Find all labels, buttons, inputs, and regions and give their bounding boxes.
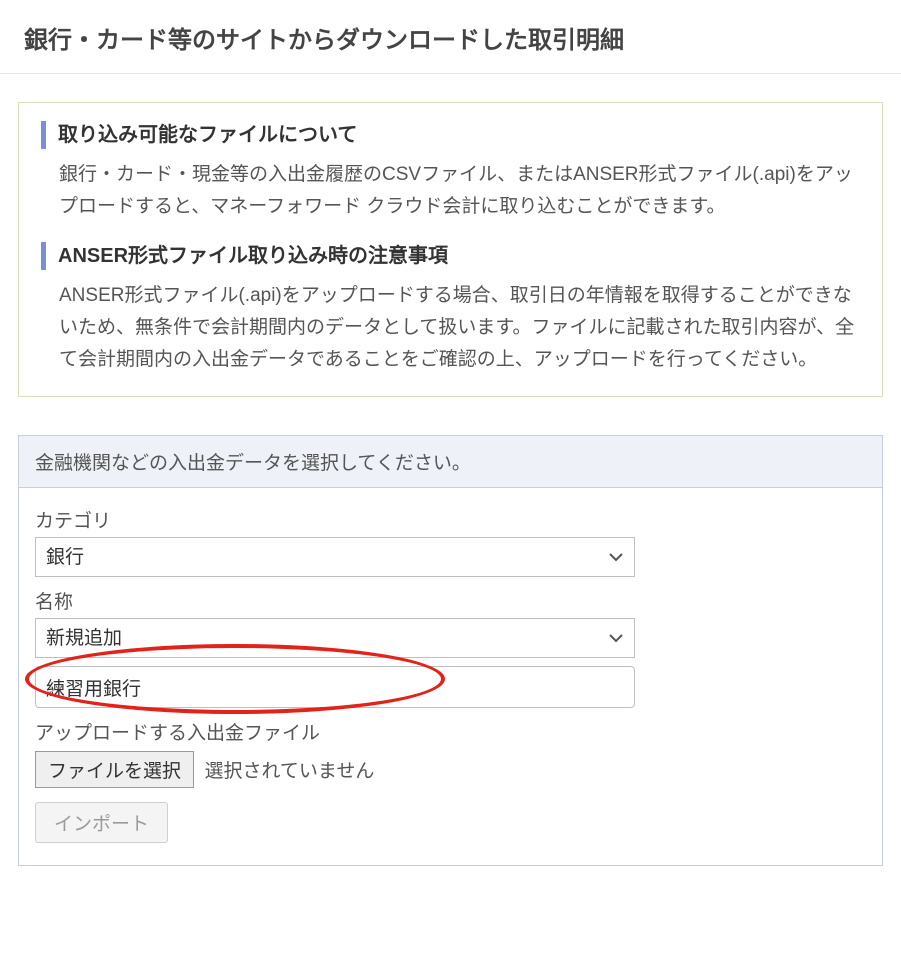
form-panel: 金融機関などの入出金データを選択してください。 カテゴリ 銀行 名称 新規追加 … [18, 435, 883, 866]
name-label: 名称 [35, 587, 866, 614]
page-title: 銀行・カード等のサイトからダウンロードした取引明細 [0, 0, 901, 74]
info-heading-importable-files: 取り込み可能なファイルについて [41, 121, 860, 149]
category-select-wrap: 銀行 [35, 537, 635, 577]
form-body: カテゴリ 銀行 名称 新規追加 アップロードする入出金ファイル ファイルを選択 [19, 488, 882, 865]
category-label: カテゴリ [35, 506, 866, 533]
file-select-button[interactable]: ファイルを選択 [35, 751, 194, 788]
import-button[interactable]: インポート [35, 802, 168, 843]
info-heading-anser-notes: ANSER形式ファイル取り込み時の注意事項 [41, 242, 860, 270]
upload-label: アップロードする入出金ファイル [35, 718, 866, 745]
info-body-importable-files: 銀行・カード・現金等の入出金履歴のCSVファイル、またはANSER形式ファイル(… [41, 159, 860, 224]
name-select[interactable]: 新規追加 [35, 618, 635, 658]
name-input[interactable] [35, 666, 635, 708]
name-select-wrap: 新規追加 [35, 618, 635, 658]
info-body-anser-notes: ANSER形式ファイル(.api)をアップロードする場合、取引日の年情報を取得す… [41, 280, 860, 377]
info-panel: 取り込み可能なファイルについて 銀行・カード・現金等の入出金履歴のCSVファイル… [18, 102, 883, 397]
name-input-wrap [35, 658, 635, 708]
file-status-text: 選択されていません [204, 756, 374, 783]
upload-row: ファイルを選択 選択されていません [35, 751, 866, 788]
category-select[interactable]: 銀行 [35, 537, 635, 577]
form-panel-header: 金融機関などの入出金データを選択してください。 [19, 436, 882, 488]
